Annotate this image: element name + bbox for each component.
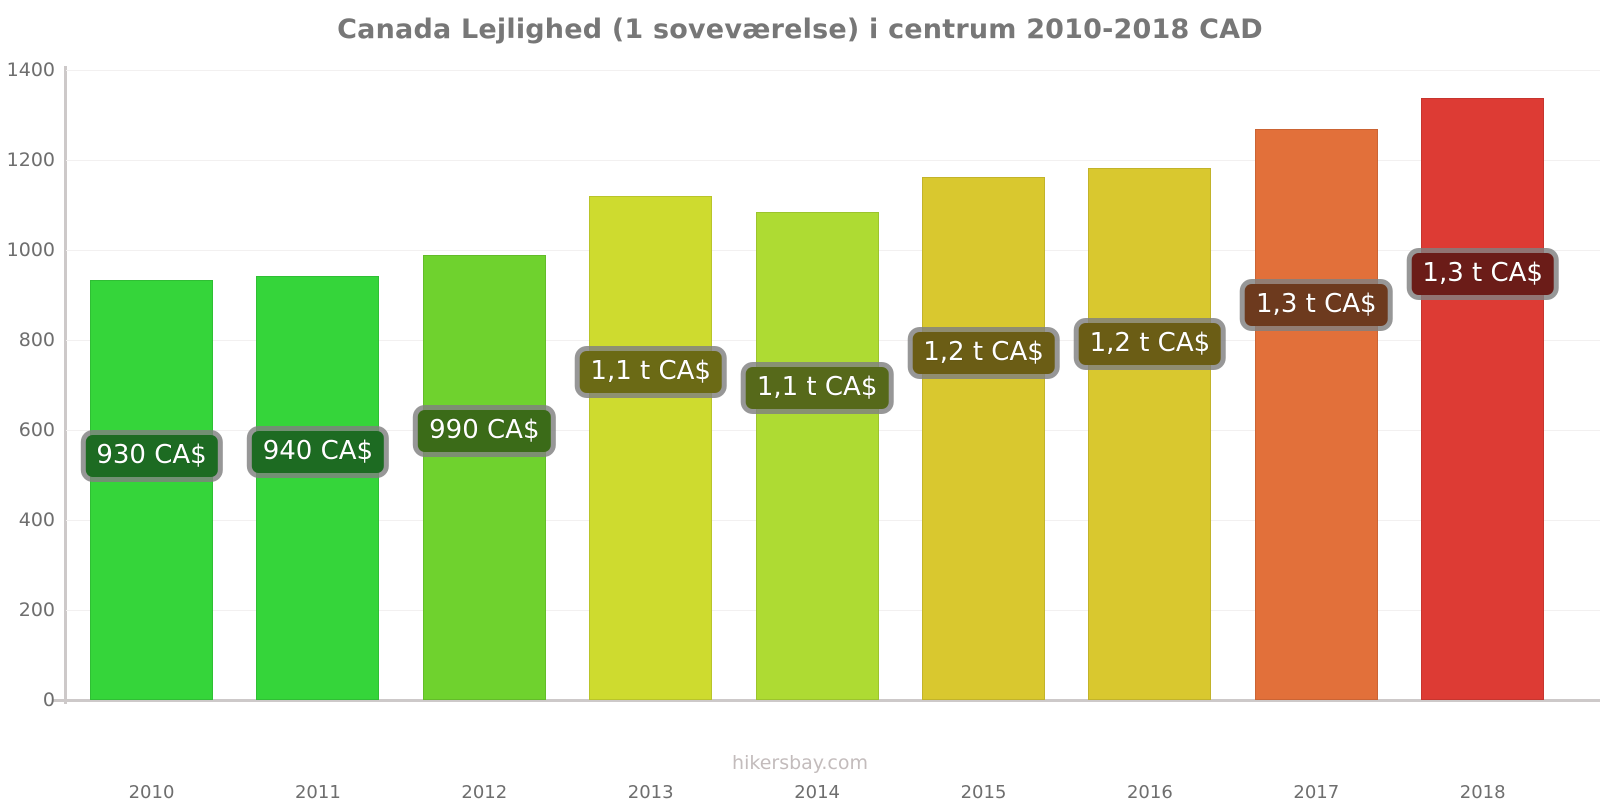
y-axis-tick-label: 800 xyxy=(18,329,55,351)
bar-2015[interactable] xyxy=(922,176,1045,700)
bar-2013[interactable] xyxy=(589,196,713,700)
gridline xyxy=(66,70,1600,71)
bar-value-label: 1,2 t CA$ xyxy=(912,331,1055,374)
bar-value-label: 1,1 t CA$ xyxy=(579,351,722,393)
bar-2014[interactable] xyxy=(755,211,879,700)
bar-2012[interactable] xyxy=(422,254,546,700)
bar-value-label: 1,2 t CA$ xyxy=(1078,322,1222,365)
bar-2011[interactable] xyxy=(256,276,380,700)
y-axis-tick-label: 1200 xyxy=(6,149,55,171)
bar-value-label: 1,3 t CA$ xyxy=(1245,283,1388,326)
plot-area: 0 200 400 600 800 1000 1200 1400 2010 930 CA$ 2011… xyxy=(7,59,1600,803)
chart-container: Canada Lejlighed (1 soveværelse) i centr… xyxy=(0,0,1600,803)
bar-2010[interactable] xyxy=(90,280,213,700)
footer-attribution: hikersbay.com xyxy=(732,752,868,774)
y-axis-tick-label: 400 xyxy=(18,509,55,531)
bar-value-label: 1,3 t CA$ xyxy=(1411,252,1554,295)
y-axis-tick-label: 0 xyxy=(42,689,55,711)
page-title: Canada Lejlighed (1 soveværelse) i centr… xyxy=(337,14,1263,45)
y-axis-tick-label: 1400 xyxy=(6,59,55,81)
bar-2016[interactable] xyxy=(1088,167,1212,700)
bar-value-label: 990 CA$ xyxy=(418,409,551,452)
y-axis-tick-label: 600 xyxy=(18,419,55,441)
bar-2017[interactable] xyxy=(1254,128,1378,700)
y-axis-tick-label: 200 xyxy=(18,599,55,621)
bar-value-label: 1,1 t CA$ xyxy=(745,366,889,409)
bar-2018[interactable] xyxy=(1421,97,1545,700)
bar-value-label: 940 CA$ xyxy=(251,431,385,474)
bar-value-label: 930 CA$ xyxy=(85,435,218,478)
y-axis-tick-label: 1000 xyxy=(6,239,55,261)
